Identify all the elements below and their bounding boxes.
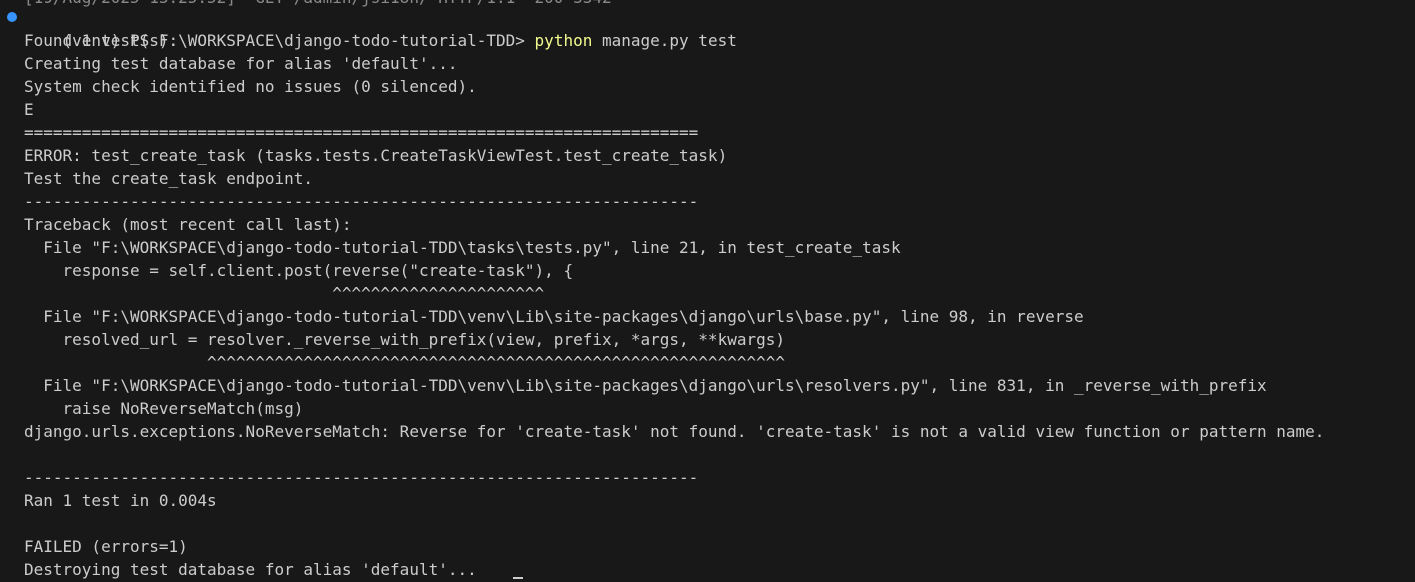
prompt-line: (venv) PS F:\WORKSPACE\django-todo-tutor… <box>24 6 737 50</box>
separator-line: ========================================… <box>24 123 699 142</box>
traceback-caret-line: ^^^^^^^^^^^^^^^^^^^^^^^^^^^^^^^^^^^^^^^^… <box>24 353 785 372</box>
output-line: E <box>24 100 34 119</box>
output-line: System check identified no issues (0 sil… <box>24 77 477 96</box>
separator-line: ----------------------------------------… <box>24 468 699 487</box>
command-status-dot-icon[interactable] <box>7 12 17 22</box>
traceback-code-line: response = self.client.post(reverse("cre… <box>24 261 574 280</box>
traceback-header: Traceback (most recent call last): <box>24 215 352 234</box>
traceback-file-line: File "F:\WORKSPACE\django-todo-tutorial-… <box>24 307 1084 326</box>
traceback-file-line: File "F:\WORKSPACE\django-todo-tutorial-… <box>24 376 1267 395</box>
command-args: manage.py test <box>592 31 737 50</box>
traceback-caret-line: ^^^^^^^^^^^^^^^^^^^^^^ <box>24 284 545 303</box>
command-name: python <box>534 31 593 50</box>
text-cursor <box>513 577 523 579</box>
traceback-code-line: raise NoReverseMatch(msg) <box>24 399 304 418</box>
terminal-panel[interactable]: [19/Aug/2025 13:25:52] "GET /admin/jsi18… <box>0 0 1415 582</box>
exception-message: django.urls.exceptions.NoReverseMatch: R… <box>24 422 1325 441</box>
separator-line: ----------------------------------------… <box>24 192 699 211</box>
traceback-file-line: File "F:\WORKSPACE\django-todo-tutorial-… <box>24 238 901 257</box>
output-line: Destroying test database for alias 'defa… <box>24 560 477 579</box>
failure-status: FAILED (errors=1) <box>24 537 188 556</box>
test-docstring: Test the create_task endpoint. <box>24 169 313 188</box>
traceback-code-line: resolved_url = resolver._reverse_with_pr… <box>24 330 785 349</box>
output-line: Found 1 test(s). <box>24 31 179 50</box>
error-header: ERROR: test_create_task (tasks.tests.Cre… <box>24 146 728 165</box>
test-summary: Ran 1 test in 0.004s <box>24 491 217 510</box>
output-line: Creating test database for alias 'defaul… <box>24 54 458 73</box>
